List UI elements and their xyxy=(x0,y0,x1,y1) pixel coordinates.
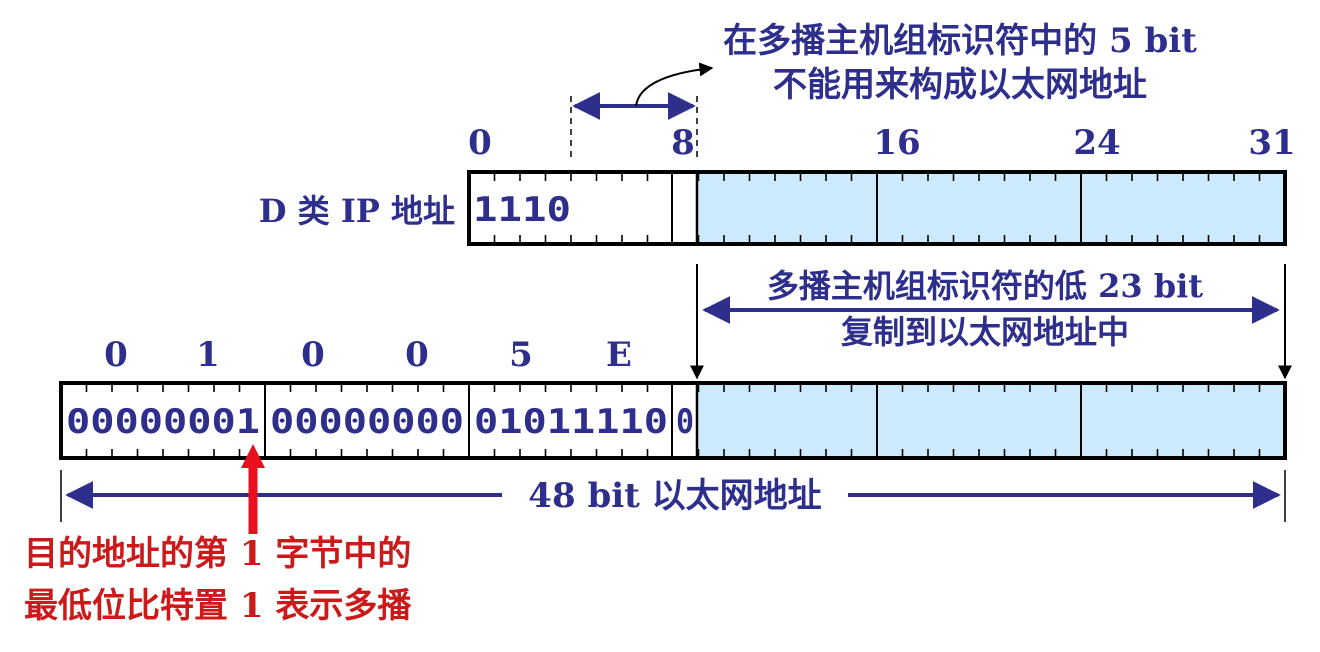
copy-bits-annotation: 多播主机组标识符的低 23 bit 复制到以太网地址中 xyxy=(690,264,1292,380)
ethernet-low-23-bits-region xyxy=(697,383,1285,458)
ethernet-length-indicator: 48 bit 以太网地址 xyxy=(60,470,1286,522)
hex-digit-1: 0 xyxy=(104,335,128,375)
multicast-note-line1: 目的地址的第 1 字节中的 xyxy=(24,534,411,574)
bit-position-8: 8 xyxy=(671,123,695,163)
hex-digit-4: 0 xyxy=(405,335,429,375)
bit-position-16: 16 xyxy=(873,123,920,163)
ethernet-byte1-bits: 00000001 xyxy=(66,402,260,442)
ethernet-byte2-bits: 00000000 xyxy=(270,402,464,442)
hex-digit-3: 0 xyxy=(301,335,325,375)
ip-multicast-to-ethernet-diagram: 在多播主机组标识符中的 5 bit 不能用来构成以太网地址 0 8 16 24 … xyxy=(24,21,1296,626)
ip-address-label: D 类 IP 地址 xyxy=(259,192,455,230)
multicast-note-line2: 最低位比特置 1 表示多播 xyxy=(24,586,412,626)
copy-bits-text-line2: 复制到以太网地址中 xyxy=(841,313,1129,351)
bit-position-31: 31 xyxy=(1248,123,1295,163)
ethernet-byte3-bits: 01011110 xyxy=(474,402,668,442)
ethernet-length-label: 48 bit 以太网地址 xyxy=(528,476,821,516)
excluded-bits-text-line1: 在多播主机组标识符中的 5 bit xyxy=(723,21,1197,61)
excluded-bits-text-line2: 不能用来构成以太网地址 xyxy=(773,65,1147,105)
excluded-bits-pointer-curve xyxy=(635,62,714,107)
copy-bits-text-line1: 多播主机组标识符的低 23 bit xyxy=(767,267,1203,305)
ip-low-23-bits-region xyxy=(697,172,1285,244)
ip-prefix-bits: 1110 xyxy=(473,190,571,230)
ethernet-address: 0 1 0 0 5 E 00000001 00000000 01011110 0 xyxy=(59,335,1287,460)
class-d-ip-address: 0 8 16 24 31 D 类 IP 地址 1110 xyxy=(259,123,1296,246)
hex-digit-6: E xyxy=(606,335,632,375)
hex-digit-5: 5 xyxy=(509,335,533,375)
ethernet-bit25: 0 xyxy=(676,402,694,442)
multicast-bit-note: 目的地址的第 1 字节中的 最低位比特置 1 表示多播 xyxy=(24,444,412,626)
hex-digit-2: 1 xyxy=(196,335,220,375)
bit-position-0: 0 xyxy=(468,123,492,163)
bit-position-24: 24 xyxy=(1073,123,1120,163)
